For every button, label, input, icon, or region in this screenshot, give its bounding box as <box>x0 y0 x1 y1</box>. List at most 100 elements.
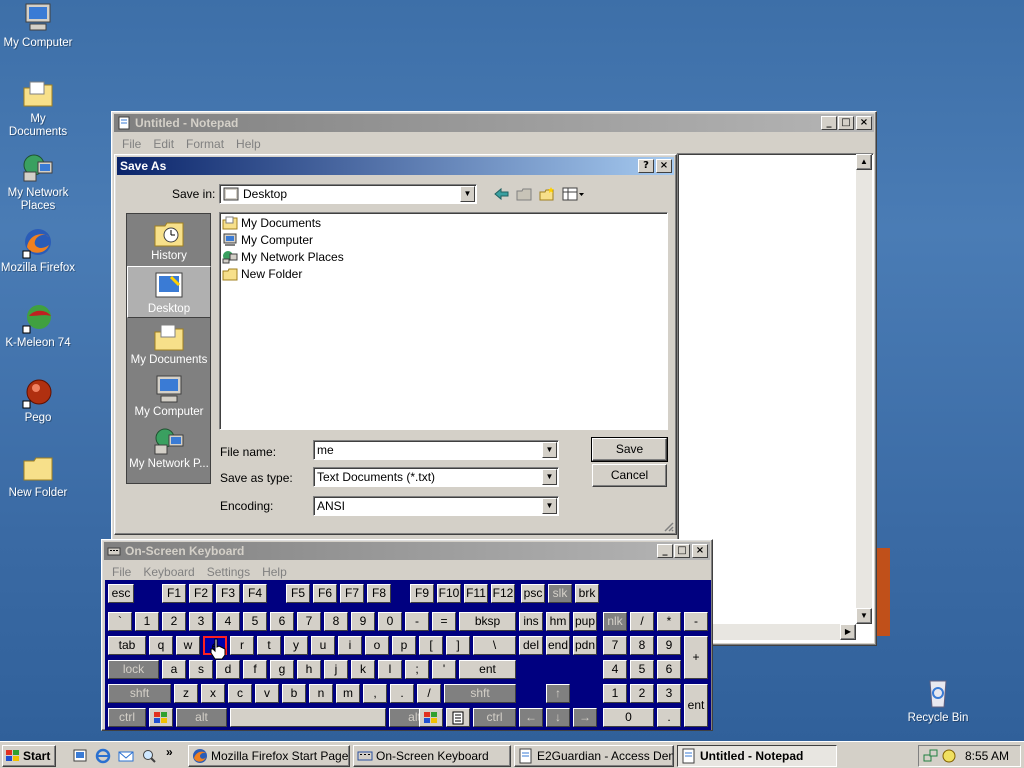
key-s[interactable]: s <box>189 660 213 679</box>
key-4[interactable]: 4 <box>603 660 627 679</box>
encoding-dropdown[interactable]: ANSI ▼ <box>313 496 559 516</box>
key-end[interactable]: end <box>546 636 570 655</box>
key-7[interactable]: 7 <box>297 612 321 631</box>
internet-explorer-icon[interactable] <box>95 748 111 764</box>
key-2f[interactable]: / <box>417 684 441 703</box>
show-desktop-icon[interactable] <box>72 748 88 764</box>
key-y[interactable]: y <box>284 636 308 655</box>
key-F4[interactable]: F4 <box>243 584 267 603</box>
key-nlk[interactable]: nlk <box>603 612 627 631</box>
key-b[interactable]: b <box>282 684 306 703</box>
file-list[interactable]: My Documents My Computer My Network Plac… <box>219 212 668 430</box>
key-F12[interactable]: F12 <box>491 584 515 603</box>
key-c[interactable]: c <box>228 684 252 703</box>
key-ent[interactable]: ent <box>459 660 516 679</box>
scroll-right-arrow[interactable]: ▶ <box>840 624 856 640</box>
key-u[interactable]: u <box>311 636 335 655</box>
desktop-icon-my-network-places[interactable]: My Network Places <box>0 152 76 213</box>
key-2f[interactable]: / <box>630 612 654 631</box>
key-5b[interactable]: [ <box>419 636 443 655</box>
list-item[interactable]: My Computer <box>222 231 313 248</box>
close-button[interactable]: × <box>656 159 672 173</box>
key-4[interactable]: 4 <box>216 612 240 631</box>
key-ent[interactable]: ent <box>684 684 708 727</box>
minimize-button[interactable]: _ <box>821 116 837 130</box>
desktop-icon-pego[interactable]: Pego <box>0 377 76 425</box>
save-button[interactable]: Save <box>591 437 668 462</box>
save-as-titlebar[interactable]: Save As ? × <box>117 157 674 175</box>
new-folder-icon[interactable] <box>538 186 556 202</box>
save-as-dialog[interactable]: Save As ? × Save in: Desktop ▼ History D… <box>114 154 677 535</box>
place-desktop[interactable]: Desktop <box>127 266 211 318</box>
key-h[interactable]: h <box>297 660 321 679</box>
scroll-up-arrow[interactable]: ▲ <box>856 154 872 170</box>
key-o[interactable]: o <box>365 636 389 655</box>
key-windows[interactable] <box>149 708 173 727</box>
taskbar-item-firefox[interactable]: Mozilla Firefox Start Page -... <box>188 745 350 767</box>
key-a[interactable]: a <box>162 660 186 679</box>
key-space[interactable] <box>230 708 386 727</box>
key-ctrl[interactable]: ctrl <box>473 708 516 727</box>
chevron-down-icon[interactable]: ▼ <box>542 469 557 485</box>
key-pdn[interactable]: pdn <box>573 636 597 655</box>
taskbar-item-osk[interactable]: On-Screen Keyboard <box>353 745 511 767</box>
place-my-computer[interactable]: My Computer <box>127 370 211 422</box>
key-x[interactable]: x <box>201 684 225 703</box>
key-slk[interactable]: slk <box>548 584 572 603</box>
list-item[interactable]: New Folder <box>222 265 302 282</box>
key-F3[interactable]: F3 <box>216 584 240 603</box>
key-g[interactable]: g <box>270 660 294 679</box>
chevron-down-icon[interactable]: ▼ <box>542 498 557 514</box>
key-8[interactable]: 8 <box>630 636 654 655</box>
key-2b[interactable]: + <box>684 636 708 679</box>
menu-format[interactable]: Format <box>180 137 230 151</box>
menu-keyboard[interactable]: Keyboard <box>137 565 200 579</box>
resize-grip-icon[interactable] <box>662 520 674 532</box>
place-my-network-places[interactable]: My Network P... <box>127 422 211 474</box>
key-hm[interactable]: hm <box>546 612 570 631</box>
outlook-express-icon[interactable] <box>118 748 134 764</box>
key-60[interactable]: ` <box>108 612 132 631</box>
key-k[interactable]: k <box>351 660 375 679</box>
key-F10[interactable]: F10 <box>437 584 461 603</box>
key-q[interactable]: q <box>149 636 173 655</box>
close-button[interactable]: × <box>856 116 872 130</box>
key-d[interactable]: d <box>216 660 240 679</box>
key-1[interactable]: 1 <box>135 612 159 631</box>
desktop-icon-my-computer[interactable]: My Computer <box>0 2 76 50</box>
place-my-documents[interactable]: My Documents <box>127 318 211 370</box>
chevron-down-icon[interactable]: ▼ <box>542 442 557 458</box>
key-3b[interactable]: ; <box>405 660 429 679</box>
key-F5[interactable]: F5 <box>286 584 310 603</box>
minimize-button[interactable]: _ <box>657 544 673 558</box>
key-F6[interactable]: F6 <box>313 584 337 603</box>
place-history[interactable]: History <box>127 214 211 266</box>
key-psc[interactable]: psc <box>521 584 545 603</box>
tray-app-icon[interactable] <box>941 748 957 764</box>
key-shft[interactable]: shft <box>108 684 171 703</box>
key-3d[interactable]: = <box>432 612 456 631</box>
key-7[interactable]: 7 <box>603 636 627 655</box>
key-9[interactable]: 9 <box>657 636 681 655</box>
key-lock[interactable]: lock <box>108 660 159 679</box>
notepad-titlebar[interactable]: Untitled - Notepad _ □ × <box>114 114 874 132</box>
key-del[interactable]: del <box>519 636 543 655</box>
key-i[interactable]: i <box>338 636 362 655</box>
file-name-input[interactable]: me ▼ <box>313 440 559 460</box>
search-icon[interactable] <box>141 748 157 764</box>
key-n[interactable]: n <box>309 684 333 703</box>
key-v[interactable]: v <box>255 684 279 703</box>
key-F8[interactable]: F8 <box>367 584 391 603</box>
chevron-down-icon[interactable]: ▼ <box>460 186 475 202</box>
key-shft[interactable]: shft <box>444 684 516 703</box>
notepad-vertical-scrollbar[interactable]: ▲ ▼ <box>856 154 872 624</box>
key-windows-right[interactable] <box>419 708 443 727</box>
key-2a[interactable]: * <box>657 612 681 631</box>
key-ctrl[interactable]: ctrl <box>108 708 146 727</box>
view-menu-icon[interactable] <box>562 186 586 202</box>
tray-network-icon[interactable] <box>923 748 939 764</box>
list-item[interactable]: My Network Places <box>222 248 344 265</box>
osk-titlebar[interactable]: On-Screen Keyboard _ □ × <box>104 542 710 560</box>
key-1[interactable]: 1 <box>603 684 627 703</box>
key-5[interactable]: 5 <box>243 612 267 631</box>
